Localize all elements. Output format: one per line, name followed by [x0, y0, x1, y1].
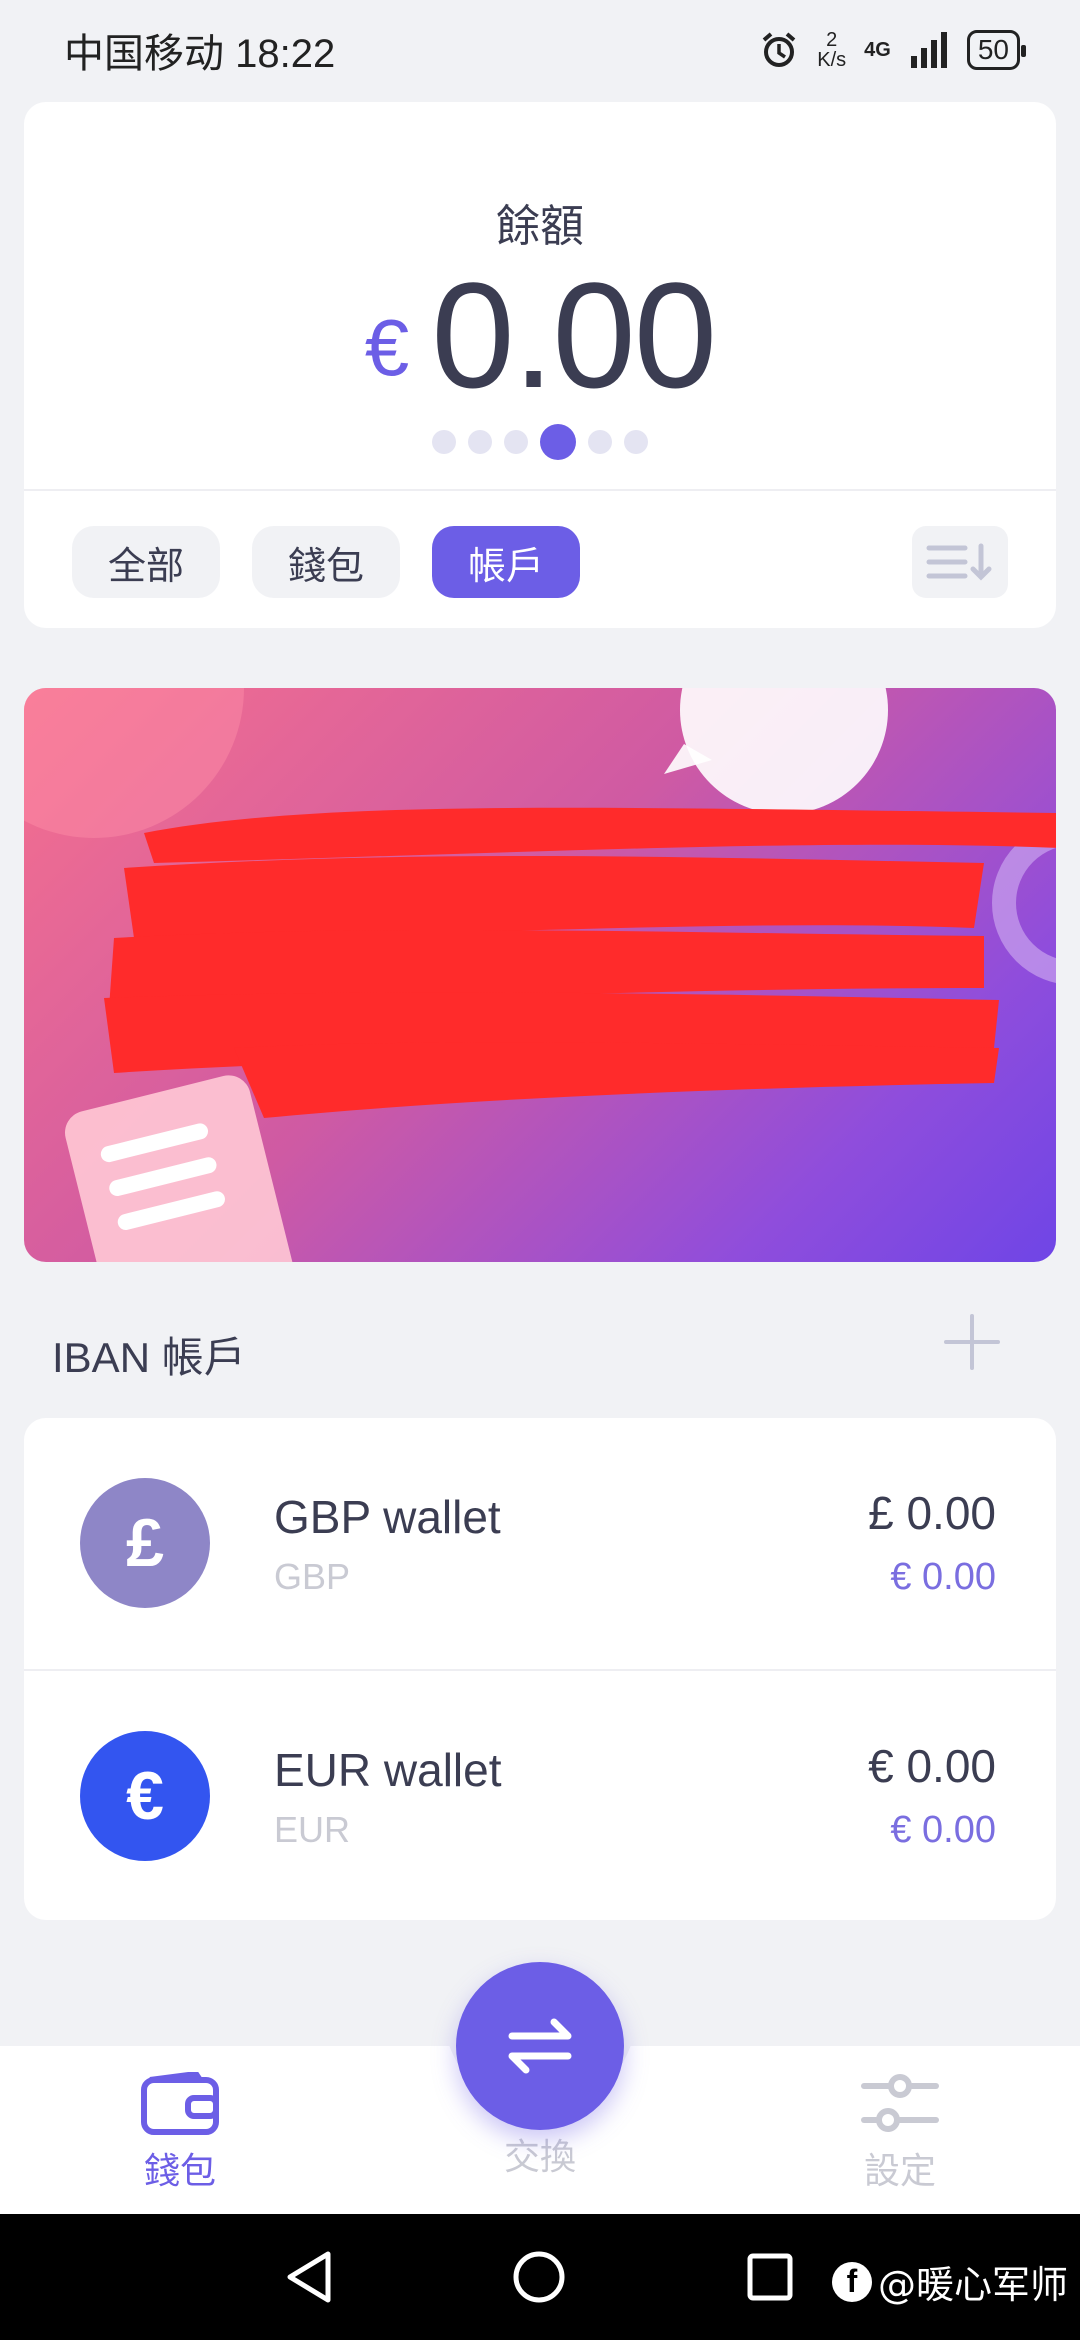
- add-account-button[interactable]: [942, 1312, 1002, 1372]
- alarm-icon: [762, 32, 796, 67]
- banner-artwork: [24, 688, 1056, 1262]
- wallet-eur-value: € 0.00: [890, 1556, 996, 1598]
- wallet-name: EUR wallet: [274, 1744, 502, 1796]
- status-right: 2 K/s 4G 50: [759, 30, 1027, 70]
- network-speed: 2 K/s: [817, 30, 846, 70]
- clock: 18:22: [235, 32, 336, 76]
- back-icon[interactable]: [284, 2250, 334, 2304]
- balance-card: 餘額 € 0.00 全部 錢包 帳戶: [24, 102, 1056, 628]
- filter-wallets[interactable]: 錢包: [252, 526, 401, 598]
- balance-amount: € 0.00: [24, 260, 1056, 410]
- promo-banner[interactable]: [24, 688, 1056, 1262]
- page-dot[interactable]: [432, 430, 456, 454]
- plus-icon: [944, 1314, 1000, 1370]
- balance-title: 餘額: [496, 201, 584, 252]
- gbp-icon: £: [80, 1478, 210, 1608]
- page-dot-active[interactable]: [540, 424, 576, 460]
- home-icon[interactable]: [512, 2250, 566, 2304]
- nav-exchange-label: 交換: [503, 2137, 576, 2178]
- wallet-row-eur[interactable]: € EUR wallet EUR € 0.00 € 0.00: [24, 1669, 1056, 1920]
- nav-settings[interactable]: 設定: [800, 2046, 1000, 2214]
- wallet-eur-value: € 0.00: [890, 1809, 996, 1851]
- status-bar: 中国移动 18:22 2 K/s 4G 50: [0, 0, 1080, 100]
- page-dot[interactable]: [588, 430, 612, 454]
- watermark: f @暖心军师: [831, 2254, 1068, 2309]
- wallet-balance: £ 0.00: [868, 1487, 996, 1539]
- wallet-code: EUR: [274, 1809, 351, 1850]
- wallet-code: GBP: [274, 1556, 351, 1597]
- sort-list-icon: [926, 543, 992, 581]
- balance-currency-symbol: €: [364, 303, 410, 392]
- redaction-scribble: [104, 807, 1056, 1118]
- signal-icon: [910, 32, 947, 68]
- exchange-arrows-icon: [508, 2018, 572, 2074]
- wallet-icon: [141, 2072, 219, 2135]
- divider: [24, 489, 1056, 491]
- filter-accounts[interactable]: 帳戶: [432, 526, 581, 598]
- exchange-button[interactable]: [456, 1962, 624, 2130]
- page-dot[interactable]: [468, 430, 492, 454]
- facebook-icon: f: [831, 2261, 872, 2302]
- battery-level: 50: [977, 34, 1009, 65]
- page-dot[interactable]: [504, 430, 528, 454]
- wallet-symbol: £: [126, 1505, 164, 1581]
- filter-all[interactable]: 全部: [72, 526, 221, 598]
- system-nav-bar: f @暖心军师: [0, 2214, 1080, 2340]
- settings-sliders-icon: [861, 2074, 939, 2132]
- wallet-row-gbp[interactable]: £ GBP wallet GBP £ 0.00 € 0.00: [24, 1418, 1056, 1669]
- page-indicator[interactable]: [24, 424, 1056, 460]
- carrier-name: 中国移动: [64, 32, 224, 76]
- recents-icon[interactable]: [746, 2250, 794, 2304]
- nav-settings-label: 設定: [863, 2151, 936, 2192]
- speed-value: 2: [826, 29, 838, 51]
- wallet-symbol: €: [126, 1758, 164, 1834]
- page-dot[interactable]: [624, 430, 648, 454]
- network-type: 4G: [864, 38, 891, 61]
- balance-value: 0.00: [431, 251, 717, 419]
- watermark-text: @暖心军师: [877, 2263, 1068, 2307]
- sort-button[interactable]: [912, 526, 1008, 598]
- eur-icon: €: [80, 1731, 210, 1861]
- filter-tabs: 全部 錢包 帳戶: [72, 526, 581, 598]
- wallet-balance: € 0.00: [868, 1740, 996, 1792]
- battery-icon: 50: [966, 30, 1027, 70]
- nav-wallet-label: 錢包: [143, 2151, 216, 2192]
- wallet-name: GBP wallet: [274, 1491, 501, 1543]
- speed-unit: K/s: [817, 49, 847, 71]
- wallet-list: £ GBP wallet GBP £ 0.00 € 0.00 € EUR wal…: [24, 1418, 1056, 1920]
- status-left: 中国移动 18:22: [64, 21, 335, 79]
- nav-wallet[interactable]: 錢包: [80, 2046, 280, 2214]
- section-title: IBAN 帳戶: [52, 1334, 246, 1381]
